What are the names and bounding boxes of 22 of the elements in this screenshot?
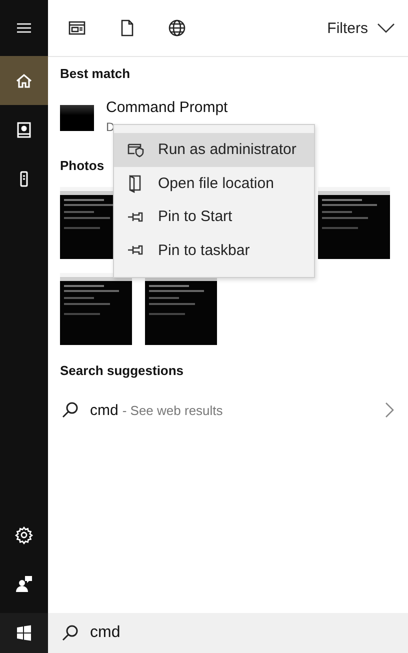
menu-item[interactable]: Pin to taskbar bbox=[114, 234, 314, 267]
filters-button[interactable]: Filters bbox=[327, 20, 396, 36]
chevron-right-icon bbox=[384, 400, 396, 420]
section-heading: Best match bbox=[60, 66, 132, 81]
start-button[interactable] bbox=[0, 613, 48, 653]
menu-item[interactable]: Open file location bbox=[114, 166, 314, 200]
terminal-icon bbox=[60, 105, 94, 131]
chevron-down-icon bbox=[376, 21, 396, 35]
menu-item[interactable]: Run as administrator bbox=[114, 133, 314, 166]
section-heading: Search suggestions bbox=[60, 363, 185, 378]
search-icon bbox=[60, 400, 80, 420]
search-icon bbox=[60, 623, 80, 643]
result-title[interactable]: Command Prompt bbox=[106, 99, 228, 116]
menu-item[interactable]: Pin to Start bbox=[114, 200, 314, 234]
search-field[interactable]: cmd bbox=[90, 624, 290, 642]
person-feedback-icon bbox=[14, 574, 34, 594]
globe-icon bbox=[167, 18, 187, 38]
section-heading: Photos bbox=[60, 158, 106, 173]
web-search-suggestion[interactable]: cmd - See web results bbox=[60, 396, 396, 424]
home-button[interactable] bbox=[0, 56, 48, 105]
settings-icon bbox=[14, 524, 34, 544]
windows-logo-icon bbox=[14, 623, 34, 643]
